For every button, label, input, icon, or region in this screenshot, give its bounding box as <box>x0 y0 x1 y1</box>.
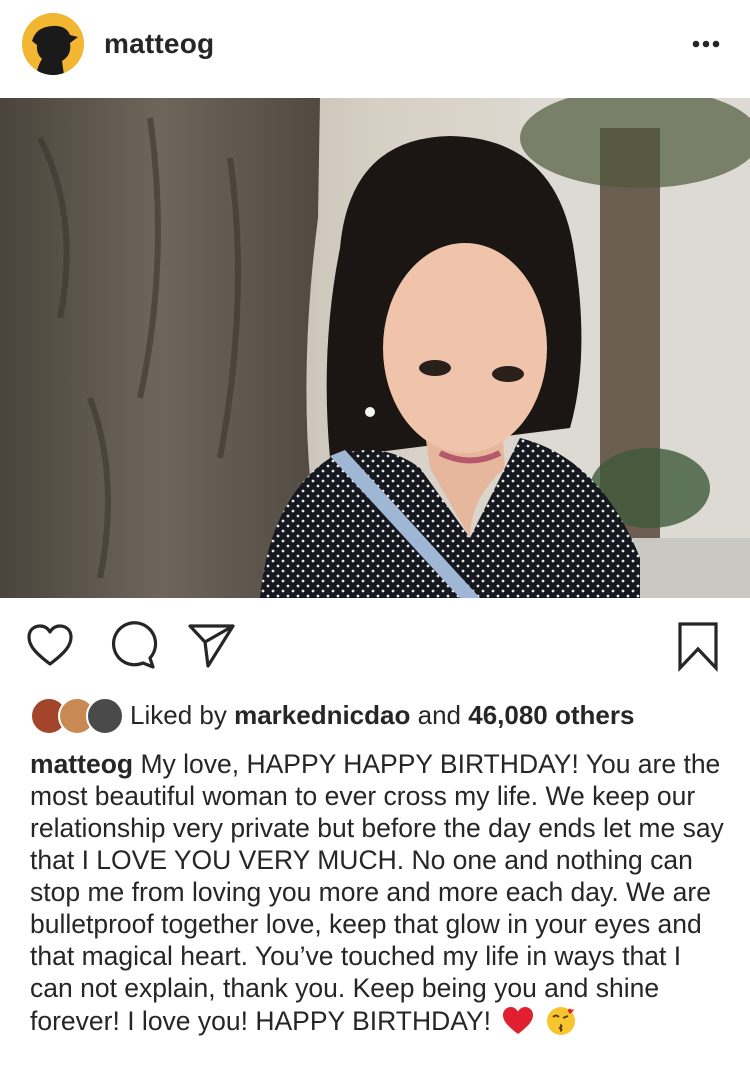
bookmark-icon <box>678 622 718 673</box>
send-icon <box>188 624 235 668</box>
heart-icon <box>27 624 73 666</box>
liker-avatar <box>86 697 124 735</box>
likes-and: and <box>417 700 461 730</box>
save-button[interactable] <box>672 620 724 673</box>
post-header: matteog <box>0 0 750 98</box>
likes-count[interactable]: 46,080 others <box>468 700 634 730</box>
user-avatar[interactable] <box>22 13 84 75</box>
likes-prefix: Liked by <box>130 700 227 730</box>
avatar-silhouette-icon <box>22 13 84 75</box>
likes-text: Liked by markednicdao and 46,080 others <box>130 700 634 731</box>
post-actions <box>0 598 750 688</box>
post-photo[interactable] <box>0 98 750 598</box>
likes-row[interactable]: Liked by markednicdao and 46,080 others <box>30 697 730 735</box>
liker-avatars <box>30 697 126 735</box>
caption-username[interactable]: matteog <box>30 749 133 779</box>
kissing-face-emoji-icon <box>546 1004 578 1043</box>
post-image <box>0 98 750 598</box>
like-button[interactable] <box>24 620 76 672</box>
comment-button[interactable] <box>106 620 158 672</box>
more-dots-icon <box>692 40 720 48</box>
more-options-button[interactable] <box>688 34 728 54</box>
liker-username[interactable]: markednicdao <box>234 700 410 730</box>
share-button[interactable] <box>186 620 238 672</box>
caption-text: My love, HAPPY HAPPY BIRTHDAY! You are t… <box>30 749 724 1036</box>
comment-icon <box>111 621 158 669</box>
post-username[interactable]: matteog <box>104 28 214 60</box>
post-caption: matteog My love, HAPPY HAPPY BIRTHDAY! Y… <box>30 748 730 1043</box>
red-heart-emoji-icon <box>502 1006 534 1043</box>
